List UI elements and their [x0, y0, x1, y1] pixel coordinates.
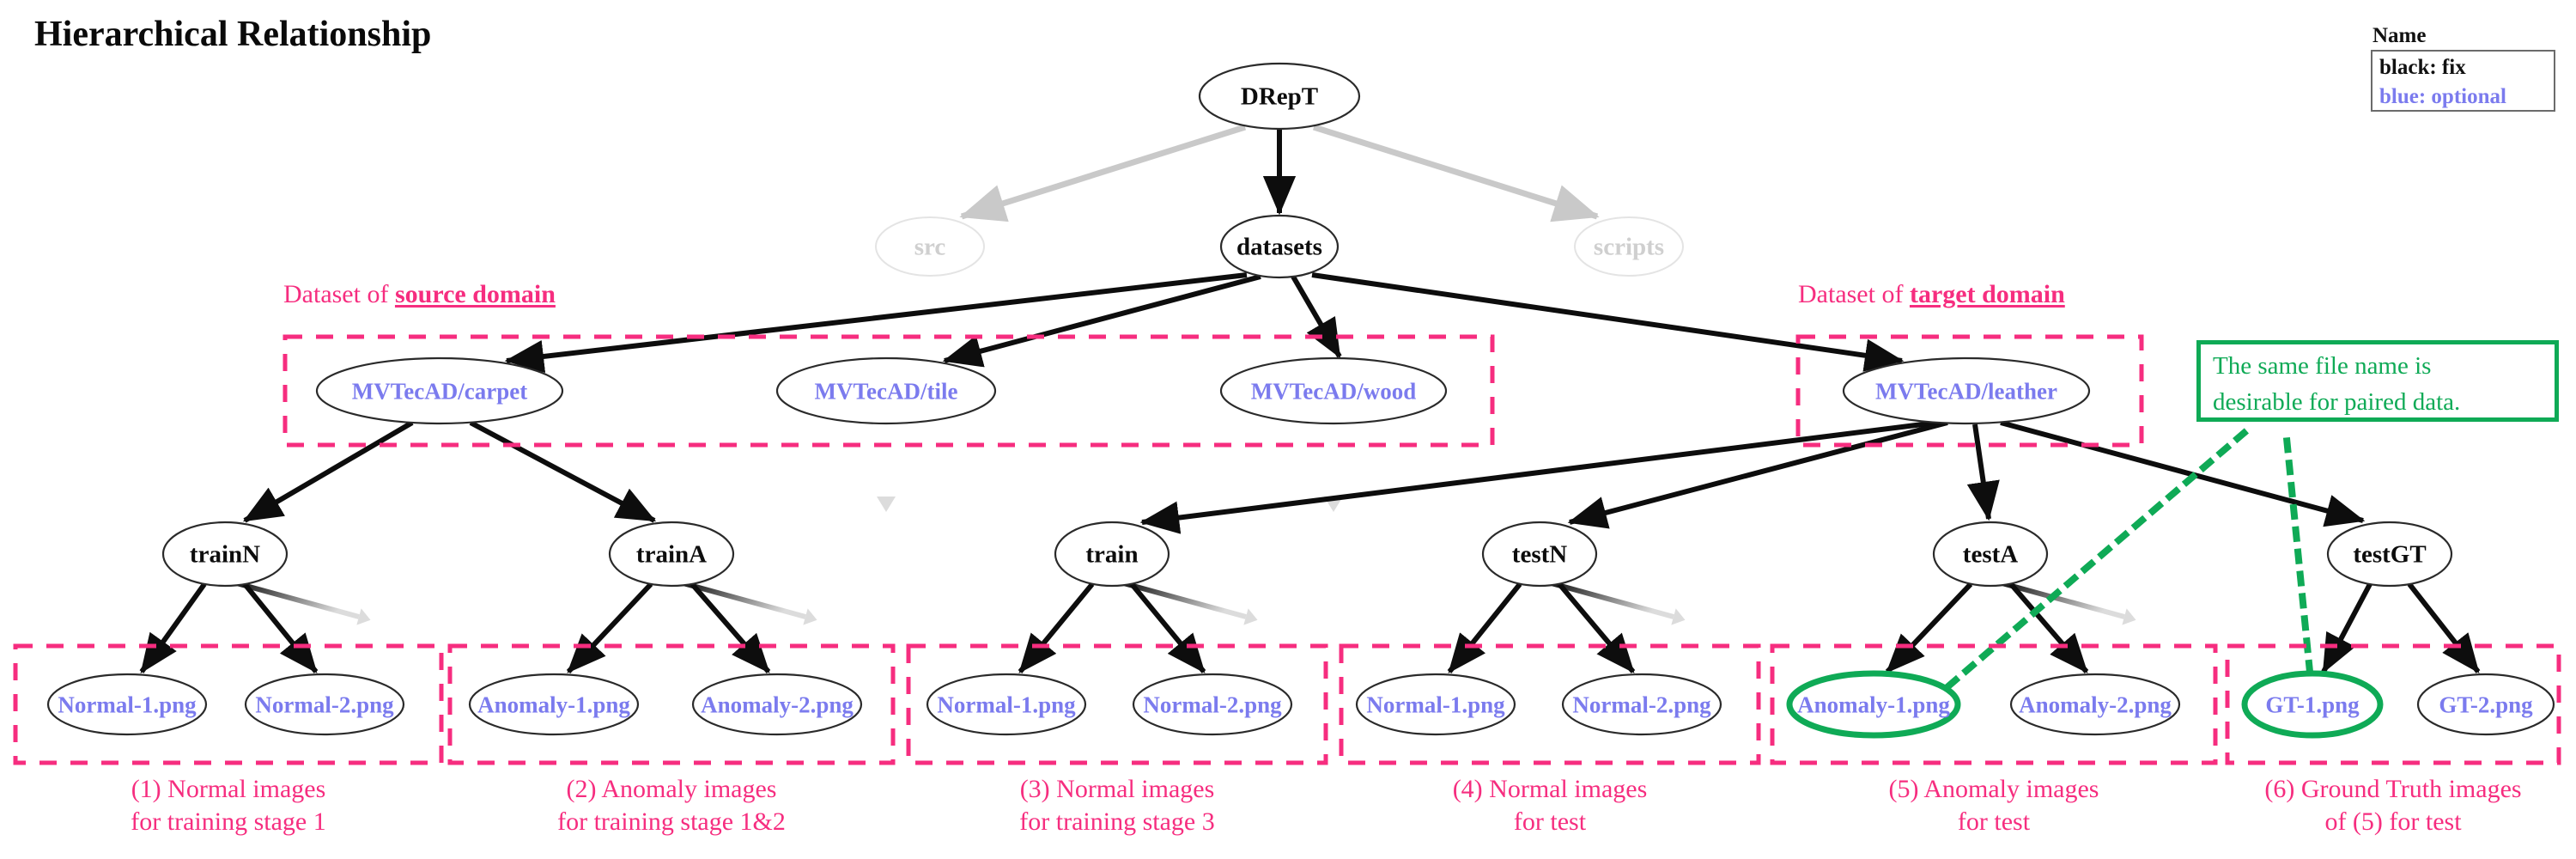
leaf-node-normal-2-png-1-ellipse[interactable] [244, 673, 405, 736]
domain-caption-0: Dataset of source domain [283, 280, 556, 309]
edge-black-15 [1018, 582, 1095, 673]
legend-box: black: fix blue: optional [2371, 50, 2555, 112]
leaf-node-anomaly-1-png-8-ellipse[interactable] [1786, 670, 1961, 739]
group-caption-4-line-2: for test [1513, 807, 1587, 836]
leaf-node-normal-1-png-0-ellipse[interactable] [46, 673, 208, 736]
callout-line-2: desirable for paired data. [2213, 388, 2461, 416]
legend-row-black: black: fix [2379, 56, 2466, 79]
edge-black-13 [566, 582, 653, 674]
edge-fading-diagonal-2 [1120, 580, 1247, 619]
diagram-canvas: Hierarchical Relationship Name black: fi… [0, 0, 2576, 859]
paired-data-callout: The same file name is desirable for pair… [2196, 340, 2559, 422]
group-caption-6-line-2: of (5) for test [2324, 807, 2462, 836]
group-caption-2-line-2: for training stage 1&2 [557, 807, 786, 836]
edge-black-11 [139, 582, 207, 673]
node-testgt-ellipse[interactable] [2326, 521, 2453, 588]
group-caption-6-line-1: (6) Ground Truth images [2264, 775, 2522, 803]
page-title: Hierarchical Relationship [34, 15, 432, 54]
node-scripts-ellipse[interactable] [1574, 216, 1684, 277]
node-mvtecad-carpet-ellipse[interactable] [315, 356, 564, 425]
leaf-node-anomaly-2-png-9-ellipse[interactable] [2009, 673, 2181, 736]
edge-root-gray-0 [959, 124, 1247, 222]
node-ellipse-group [46, 62, 2555, 739]
node-drept-ellipse[interactable] [1198, 62, 1361, 131]
edge-black-22 [2407, 582, 2481, 673]
callout-line-1: The same file name is [2213, 352, 2432, 380]
edge-root-gray-1 [1312, 124, 1600, 222]
legend-row-blue: blue: optional [2379, 85, 2506, 108]
node-testn-ellipse[interactable] [1481, 521, 1598, 588]
edge-group-fading-down [877, 424, 1343, 512]
leaf-node-normal-2-png-5-ellipse[interactable] [1132, 673, 1293, 736]
edge-black-8 [1567, 420, 1948, 529]
edge-black-1 [504, 272, 1248, 374]
group-caption-4-line-1: (4) Normal images [1452, 775, 1648, 803]
legend-title: Name [2372, 24, 2427, 47]
edge-black-10 [2000, 420, 2366, 527]
leaf-node-normal-2-png-7-ellipse[interactable] [1561, 673, 1722, 736]
group-caption-6: (6) Ground Truth images of (5) for test [2136, 773, 2576, 838]
edge-black-17 [1447, 582, 1522, 673]
domain-caption-prefix-1: Dataset of [1798, 280, 1910, 308]
leaf-node-gt-1-png-10-ellipse[interactable] [2241, 670, 2384, 739]
domain-caption-prefix-0: Dataset of [283, 280, 395, 308]
edge-fading-diagonal-4 [1998, 580, 2125, 619]
node-traina-ellipse[interactable] [608, 521, 735, 588]
diagram-svg [13, 62, 2561, 765]
node-mvtecad-wood-ellipse[interactable] [1219, 356, 1448, 425]
leaf-node-normal-1-png-4-ellipse[interactable] [926, 673, 1087, 736]
node-mvtecad-leather-ellipse[interactable] [1842, 356, 2091, 425]
leaf-node-anomaly-1-png-2-ellipse[interactable] [468, 673, 640, 736]
node-train-ellipse[interactable] [1054, 521, 1170, 588]
node-src-ellipse[interactable] [875, 216, 985, 277]
leaf-node-normal-1-png-6-ellipse[interactable] [1355, 673, 1516, 736]
group-caption-4: (4) Normal images for test [1292, 773, 1807, 838]
group-caption-2: (2) Anomaly images for training stage 1&2 [414, 773, 929, 838]
edge-black-3 [1291, 275, 1342, 359]
node-mvtecad-tile-ellipse[interactable] [775, 356, 997, 425]
edge-black-21 [2321, 582, 2372, 674]
edge-black-5 [242, 420, 414, 523]
domain-caption-strong-0: source domain [394, 280, 556, 308]
domain-caption-strong-1: target domain [1909, 280, 2065, 308]
node-testa-ellipse[interactable] [1932, 521, 2049, 588]
edge-fading-diagonal-0 [233, 580, 360, 619]
green-dotted-connector-1 [2281, 425, 2314, 676]
edge-fading-diagonal-1 [679, 580, 806, 619]
leaf-node-gt-2-png-11-ellipse[interactable] [2416, 673, 2555, 736]
edge-fading-down-head-0 [877, 497, 896, 512]
edge-black-9 [1966, 423, 2000, 521]
node-datasets-ellipse[interactable] [1219, 214, 1340, 279]
domain-caption-1: Dataset of target domain [1798, 280, 2065, 309]
edge-black-6 [469, 420, 657, 523]
node-trainn-ellipse[interactable] [161, 521, 289, 588]
edge-black-7 [1139, 420, 1937, 534]
edge-black-19 [1885, 582, 1973, 674]
leaf-node-anomaly-2-png-3-ellipse[interactable] [691, 673, 863, 736]
edge-fading-diagonal-3 [1547, 580, 1674, 619]
group-caption-2-line-1: (2) Anomaly images [566, 775, 777, 803]
edge-group-fading-diagonal [233, 580, 2136, 625]
